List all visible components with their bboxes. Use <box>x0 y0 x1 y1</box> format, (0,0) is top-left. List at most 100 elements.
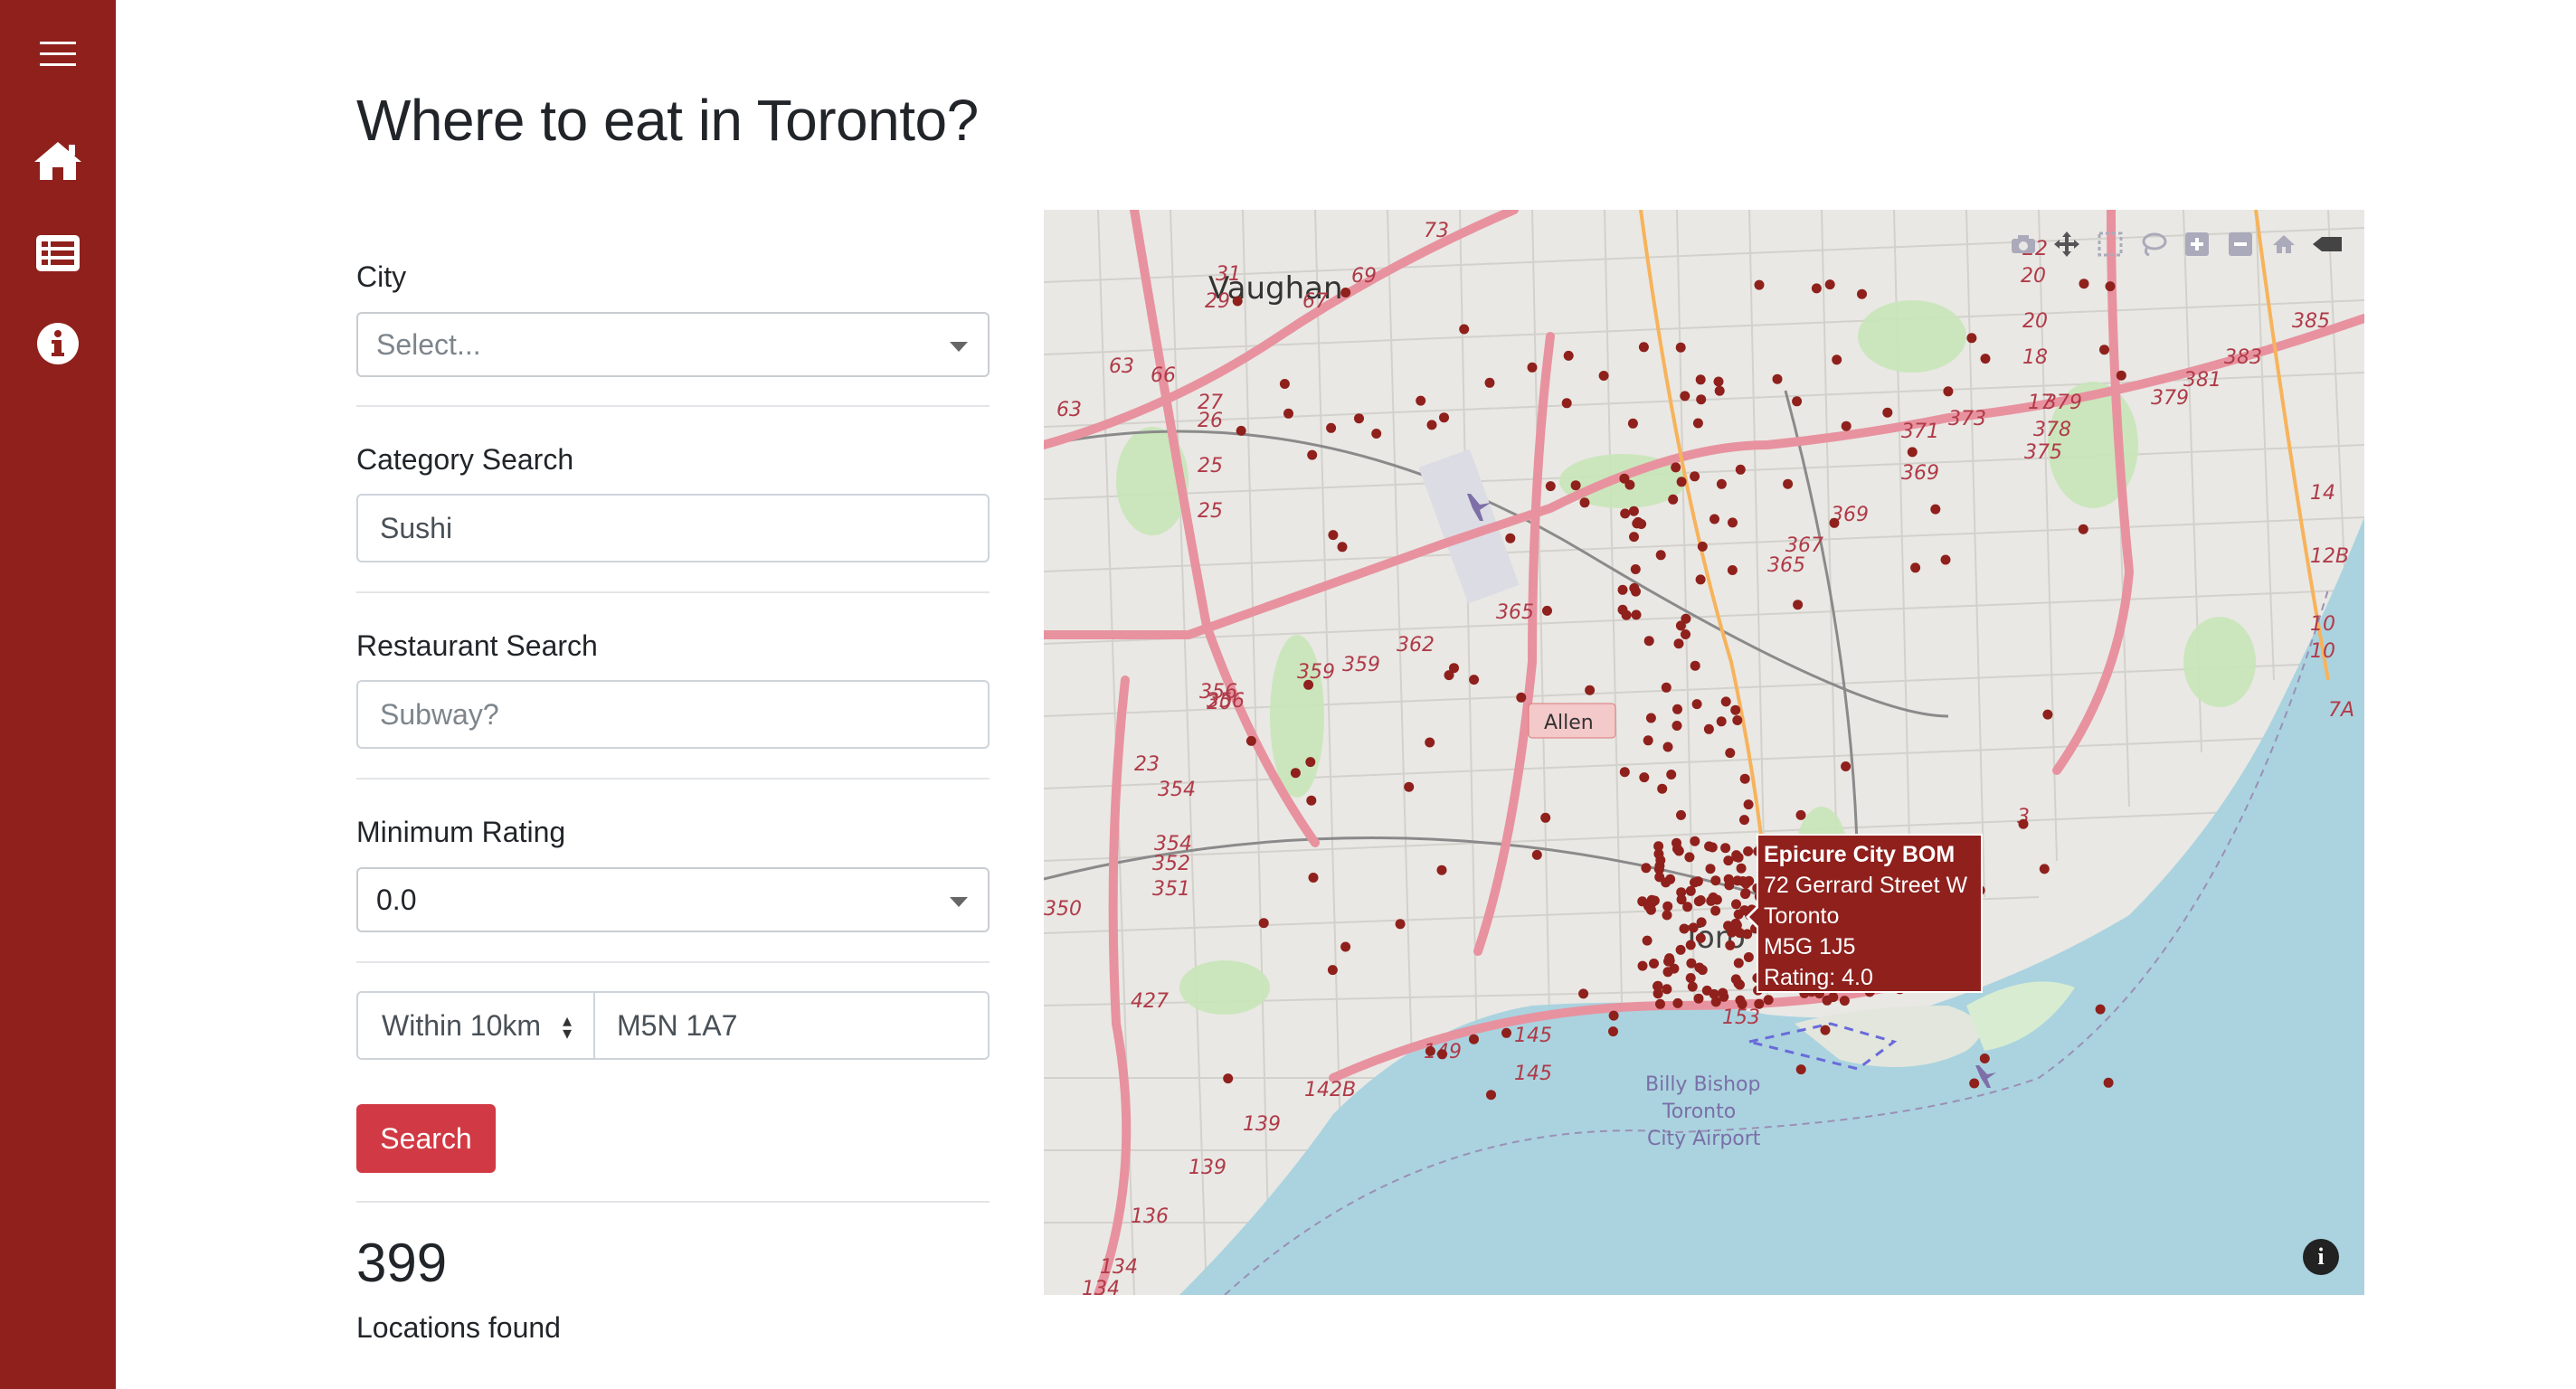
restaurant-marker[interactable] <box>1723 921 1733 931</box>
restaurant-marker[interactable] <box>1737 998 1747 1009</box>
restaurant-marker[interactable] <box>1696 394 1707 405</box>
restaurant-marker[interactable] <box>1637 960 1648 971</box>
restaurant-marker[interactable] <box>1425 1045 1435 1056</box>
restaurant-marker[interactable] <box>1629 532 1639 543</box>
restaurant-marker[interactable] <box>1223 1073 1234 1084</box>
restaurant-marker[interactable] <box>1685 973 1696 983</box>
restaurant-marker[interactable] <box>1720 696 1731 707</box>
restaurant-marker[interactable] <box>1545 481 1556 492</box>
restaurant-marker[interactable] <box>1754 279 1765 290</box>
restaurant-marker[interactable] <box>1484 377 1495 388</box>
restaurant-marker[interactable] <box>1649 959 1659 969</box>
category-search-input[interactable] <box>356 494 990 562</box>
restaurant-marker[interactable] <box>1439 412 1449 423</box>
restaurant-marker[interactable] <box>1654 872 1665 883</box>
restaurant-marker[interactable] <box>1966 333 1977 344</box>
restaurant-marker[interactable] <box>1620 508 1631 519</box>
restaurant-marker[interactable] <box>1686 958 1697 969</box>
restaurant-marker[interactable] <box>2078 524 2088 534</box>
restaurant-marker[interactable] <box>1258 918 1269 929</box>
restaurant-marker[interactable] <box>1720 843 1731 854</box>
restaurant-marker[interactable] <box>1692 418 1703 429</box>
distance-select[interactable]: Within 10km ▴ ▾ <box>356 991 595 1060</box>
restaurant-marker[interactable] <box>1743 846 1754 856</box>
restaurant-marker[interactable] <box>1690 471 1700 482</box>
restaurant-marker[interactable] <box>1655 998 1665 1009</box>
restaurant-marker[interactable] <box>1505 533 1516 543</box>
restaurant-marker[interactable] <box>1754 998 1765 1009</box>
restaurant-marker[interactable] <box>1486 1090 1496 1101</box>
restaurant-marker[interactable] <box>1672 837 1681 848</box>
restaurant-marker[interactable] <box>1306 795 1317 806</box>
zoom-in-icon[interactable] <box>2180 228 2214 260</box>
restaurant-marker[interactable] <box>1718 987 1728 998</box>
restaurant-marker[interactable] <box>1713 376 1724 387</box>
restaurant-marker[interactable] <box>1305 757 1316 768</box>
restaurant-marker[interactable] <box>1283 408 1293 419</box>
restaurant-marker[interactable] <box>1627 418 1638 429</box>
restaurant-marker[interactable] <box>1290 768 1301 779</box>
restaurant-marker[interactable] <box>1668 494 1679 505</box>
restaurant-marker[interactable] <box>1624 479 1635 490</box>
restaurant-marker[interactable] <box>1563 350 1574 361</box>
restaurant-marker[interactable] <box>1459 324 1470 335</box>
box-select-icon[interactable] <box>2093 228 2127 260</box>
restaurant-marker[interactable] <box>1354 413 1364 424</box>
restaurant-marker[interactable] <box>1695 374 1706 385</box>
restaurant-marker[interactable] <box>1245 735 1256 746</box>
restaurant-marker[interactable] <box>1681 613 1691 624</box>
restaurant-marker[interactable] <box>1307 449 1318 460</box>
restaurant-marker[interactable] <box>1940 554 1951 565</box>
restaurant-marker[interactable] <box>1731 852 1742 862</box>
restaurant-marker[interactable] <box>1829 517 1840 528</box>
restaurant-marker[interactable] <box>1337 542 1348 553</box>
collapse-icon[interactable] <box>2310 228 2344 260</box>
restaurant-marker[interactable] <box>1638 342 1649 353</box>
restaurant-marker[interactable] <box>2079 279 2089 289</box>
restaurant-marker[interactable] <box>1531 849 1542 860</box>
restaurant-marker[interactable] <box>1828 992 1839 1003</box>
restaurant-marker[interactable] <box>1598 371 1609 381</box>
restaurant-marker[interactable] <box>1943 386 1954 397</box>
restaurant-marker[interactable] <box>1733 978 1744 988</box>
restaurant-marker[interactable] <box>1395 919 1406 930</box>
restaurant-marker[interactable] <box>1371 429 1382 439</box>
restaurant-marker[interactable] <box>1679 923 1690 934</box>
restaurant-marker[interactable] <box>1340 941 1351 952</box>
restaurant-marker[interactable] <box>1681 629 1690 639</box>
restaurant-marker[interactable] <box>1857 288 1867 299</box>
restaurant-marker[interactable] <box>1705 864 1716 874</box>
restaurant-marker[interactable] <box>1907 447 1918 458</box>
restaurant-marker[interactable] <box>1743 799 1754 810</box>
restaurant-marker[interactable] <box>1685 885 1696 896</box>
camera-icon[interactable] <box>2006 228 2041 260</box>
restaurant-marker[interactable] <box>1684 852 1695 863</box>
restaurant-marker[interactable] <box>1736 863 1747 874</box>
restaurant-marker[interactable] <box>1732 715 1743 725</box>
restaurant-marker[interactable] <box>1841 420 1852 431</box>
restaurant-marker[interactable] <box>2116 370 2126 381</box>
restaurant-marker[interactable] <box>1444 670 1454 681</box>
restaurant-marker[interactable] <box>2039 864 2050 874</box>
restaurant-search-input[interactable] <box>356 680 990 749</box>
restaurant-marker[interactable] <box>1795 809 1806 820</box>
restaurant-marker[interactable] <box>1691 699 1702 710</box>
restaurant-marker[interactable] <box>1980 354 1991 364</box>
restaurant-marker[interactable] <box>1340 288 1351 298</box>
restaurant-marker[interactable] <box>1542 605 1552 616</box>
restaurant-marker[interactable] <box>1628 506 1639 516</box>
restaurant-marker[interactable] <box>1693 993 1704 1004</box>
lasso-icon[interactable] <box>2136 228 2171 260</box>
restaurant-marker[interactable] <box>1641 863 1652 874</box>
restaurant-marker[interactable] <box>1697 541 1708 552</box>
restaurant-marker[interactable] <box>1655 855 1666 865</box>
restaurant-marker[interactable] <box>1672 704 1682 714</box>
restaurant-marker[interactable] <box>1585 685 1596 695</box>
restaurant-marker[interactable] <box>1328 530 1339 541</box>
restaurant-marker[interactable] <box>1709 514 1719 524</box>
restaurant-marker[interactable] <box>1672 997 1683 1008</box>
restaurant-marker[interactable] <box>1739 773 1750 784</box>
restaurant-marker[interactable] <box>1695 895 1706 905</box>
restaurant-marker[interactable] <box>1676 809 1686 820</box>
restaurant-marker[interactable] <box>1617 584 1628 595</box>
